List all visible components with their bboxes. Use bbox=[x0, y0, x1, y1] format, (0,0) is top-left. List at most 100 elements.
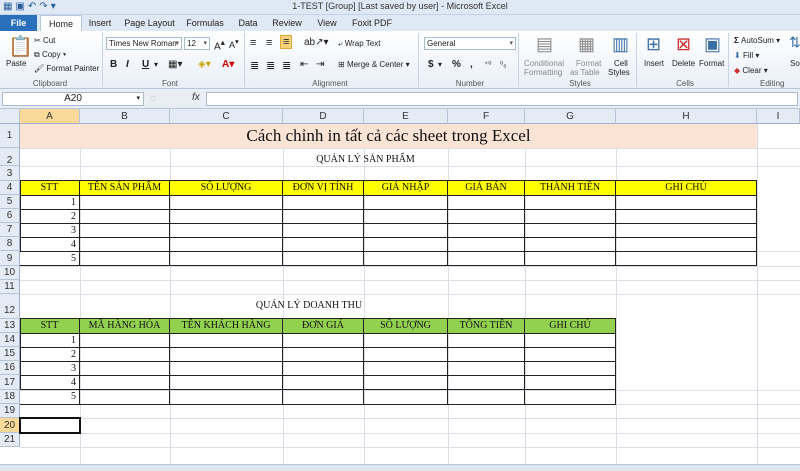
table2-header-so-luong[interactable]: SỐ LƯỢNG bbox=[364, 318, 448, 334]
percent-button[interactable]: % bbox=[452, 59, 461, 70]
row-header-17[interactable]: 17 bbox=[0, 375, 20, 390]
align-right-icon[interactable]: ≣ bbox=[282, 59, 291, 72]
table2-stt-cell[interactable]: 4 bbox=[20, 376, 80, 390]
increase-decimal-icon[interactable]: ⁺⁰ bbox=[484, 60, 491, 69]
format-as-table-label2[interactable]: as Table bbox=[570, 68, 600, 77]
table2-cell[interactable] bbox=[170, 348, 283, 362]
table1-cell[interactable] bbox=[448, 238, 525, 252]
tab-data[interactable]: Data bbox=[234, 15, 262, 31]
table1-stt-cell[interactable]: 5 bbox=[20, 252, 80, 266]
table1-cell[interactable] bbox=[80, 238, 170, 252]
sort-filter-button[interactable]: So bbox=[790, 59, 800, 68]
increase-indent-icon[interactable]: ⇥ bbox=[316, 59, 324, 70]
table2-stt-cell[interactable]: 5 bbox=[20, 390, 80, 405]
table1-cell[interactable] bbox=[80, 210, 170, 224]
clear-button[interactable]: ◆ Clear ▾ bbox=[734, 66, 768, 75]
fill-button[interactable]: ⬇ Fill ▾ bbox=[734, 51, 759, 60]
table1-cell[interactable] bbox=[525, 252, 616, 266]
table2-cell[interactable] bbox=[364, 334, 448, 348]
table2-cell[interactable] bbox=[283, 348, 364, 362]
table2-cell[interactable] bbox=[525, 390, 616, 405]
table1-cell[interactable] bbox=[283, 238, 364, 252]
row-header-3[interactable]: 3 bbox=[0, 166, 20, 181]
tab-formulas[interactable]: Formulas bbox=[184, 15, 226, 31]
conditional-formatting-label[interactable]: Conditional bbox=[524, 59, 564, 68]
table2-header-tong-tien[interactable]: TỔNG TIỀN bbox=[448, 318, 525, 334]
row-header-1[interactable]: 1 bbox=[0, 124, 20, 148]
paste-button[interactable]: Paste bbox=[6, 59, 26, 68]
format-as-table-label[interactable]: Format bbox=[576, 59, 601, 68]
table1-cell[interactable] bbox=[364, 196, 448, 210]
table2-cell[interactable] bbox=[170, 334, 283, 348]
tab-home[interactable]: Home bbox=[40, 15, 82, 31]
orientation-icon[interactable]: ab↗▾ bbox=[304, 37, 329, 48]
column-header-f[interactable]: F bbox=[448, 109, 525, 124]
borders-icon[interactable]: ▦▾ bbox=[168, 59, 182, 70]
table2-cell[interactable] bbox=[525, 376, 616, 390]
copy-button[interactable]: ⧉ Copy ▾ bbox=[34, 50, 66, 60]
table2-cell[interactable] bbox=[283, 334, 364, 348]
align-bottom-icon[interactable]: ≡ bbox=[280, 35, 293, 49]
column-header-h[interactable]: H bbox=[616, 109, 757, 124]
row-header-14[interactable]: 14 bbox=[0, 333, 20, 347]
table2-cell[interactable] bbox=[283, 390, 364, 405]
wrap-text-button[interactable]: ⤶ Wrap Text bbox=[338, 39, 380, 49]
table1-cell[interactable] bbox=[448, 210, 525, 224]
table1-cell[interactable] bbox=[525, 196, 616, 210]
cell-styles-icon[interactable]: ▥ bbox=[612, 34, 629, 55]
tab-view[interactable]: View bbox=[312, 15, 342, 31]
table2-cell[interactable] bbox=[448, 334, 525, 348]
tab-insert[interactable]: Insert bbox=[84, 15, 116, 31]
row-header-11[interactable]: 11 bbox=[0, 280, 20, 294]
table2-stt-cell[interactable]: 1 bbox=[20, 334, 80, 348]
select-all-corner[interactable] bbox=[0, 109, 20, 124]
grow-font-button[interactable]: A▴ bbox=[214, 37, 225, 52]
table2-stt-cell[interactable]: 2 bbox=[20, 348, 80, 362]
table1-cell[interactable] bbox=[80, 196, 170, 210]
table1-cell[interactable] bbox=[283, 210, 364, 224]
table2-cell[interactable] bbox=[80, 348, 170, 362]
table2-cell[interactable] bbox=[170, 376, 283, 390]
table2-cell[interactable] bbox=[525, 334, 616, 348]
row-header-6[interactable]: 6 bbox=[0, 209, 20, 223]
table2-cell[interactable] bbox=[448, 362, 525, 376]
row-header-8[interactable]: 8 bbox=[0, 237, 20, 251]
table2-caption[interactable]: QUẢN LÝ DOANH THU bbox=[170, 300, 448, 311]
table2-cell[interactable] bbox=[80, 362, 170, 376]
table1-cell[interactable] bbox=[616, 224, 757, 238]
table1-cell[interactable] bbox=[448, 252, 525, 266]
table2-cell[interactable] bbox=[80, 390, 170, 405]
table2-cell[interactable] bbox=[448, 376, 525, 390]
table1-cell[interactable] bbox=[525, 238, 616, 252]
table1-cell[interactable] bbox=[80, 224, 170, 238]
active-cell-a20[interactable] bbox=[19, 417, 81, 434]
table1-header-stt[interactable]: STT bbox=[20, 180, 80, 196]
table2-cell[interactable] bbox=[283, 376, 364, 390]
table1-stt-cell[interactable]: 1 bbox=[20, 196, 80, 210]
table1-cell[interactable] bbox=[170, 210, 283, 224]
table2-header-don-gia[interactable]: ĐƠN GIÁ bbox=[283, 318, 364, 334]
table2-cell[interactable] bbox=[525, 348, 616, 362]
delete-cells-icon[interactable]: ⊠ bbox=[676, 34, 691, 55]
align-center-icon[interactable]: ≣ bbox=[266, 59, 275, 72]
table1-cell[interactable] bbox=[616, 238, 757, 252]
table2-cell[interactable] bbox=[364, 376, 448, 390]
table1-cell[interactable] bbox=[170, 224, 283, 238]
table1-cell[interactable] bbox=[170, 196, 283, 210]
tab-page-layout[interactable]: Page Layout bbox=[122, 15, 177, 31]
table2-cell[interactable] bbox=[364, 348, 448, 362]
table1-header-gia-nhap[interactable]: GIÁ NHẬP bbox=[364, 180, 448, 196]
table1-cell[interactable] bbox=[448, 224, 525, 238]
underline-dropdown[interactable]: ▾ bbox=[154, 60, 158, 69]
table1-stt-cell[interactable]: 3 bbox=[20, 224, 80, 238]
font-size-combo[interactable]: 12 ▾ bbox=[184, 37, 210, 50]
column-header-c[interactable]: C bbox=[170, 109, 283, 124]
row-header-15[interactable]: 15 bbox=[0, 347, 20, 361]
column-header-b[interactable]: B bbox=[80, 109, 170, 124]
table1-cell[interactable] bbox=[283, 252, 364, 266]
conditional-formatting-icon[interactable]: ▤ bbox=[536, 34, 553, 55]
name-box[interactable]: A20 ▾ bbox=[2, 92, 144, 106]
table1-cell[interactable] bbox=[364, 210, 448, 224]
bold-button[interactable]: B bbox=[110, 59, 117, 70]
sheet-title[interactable]: Cách chỉnh in tất cả các sheet trong Exc… bbox=[20, 124, 757, 148]
